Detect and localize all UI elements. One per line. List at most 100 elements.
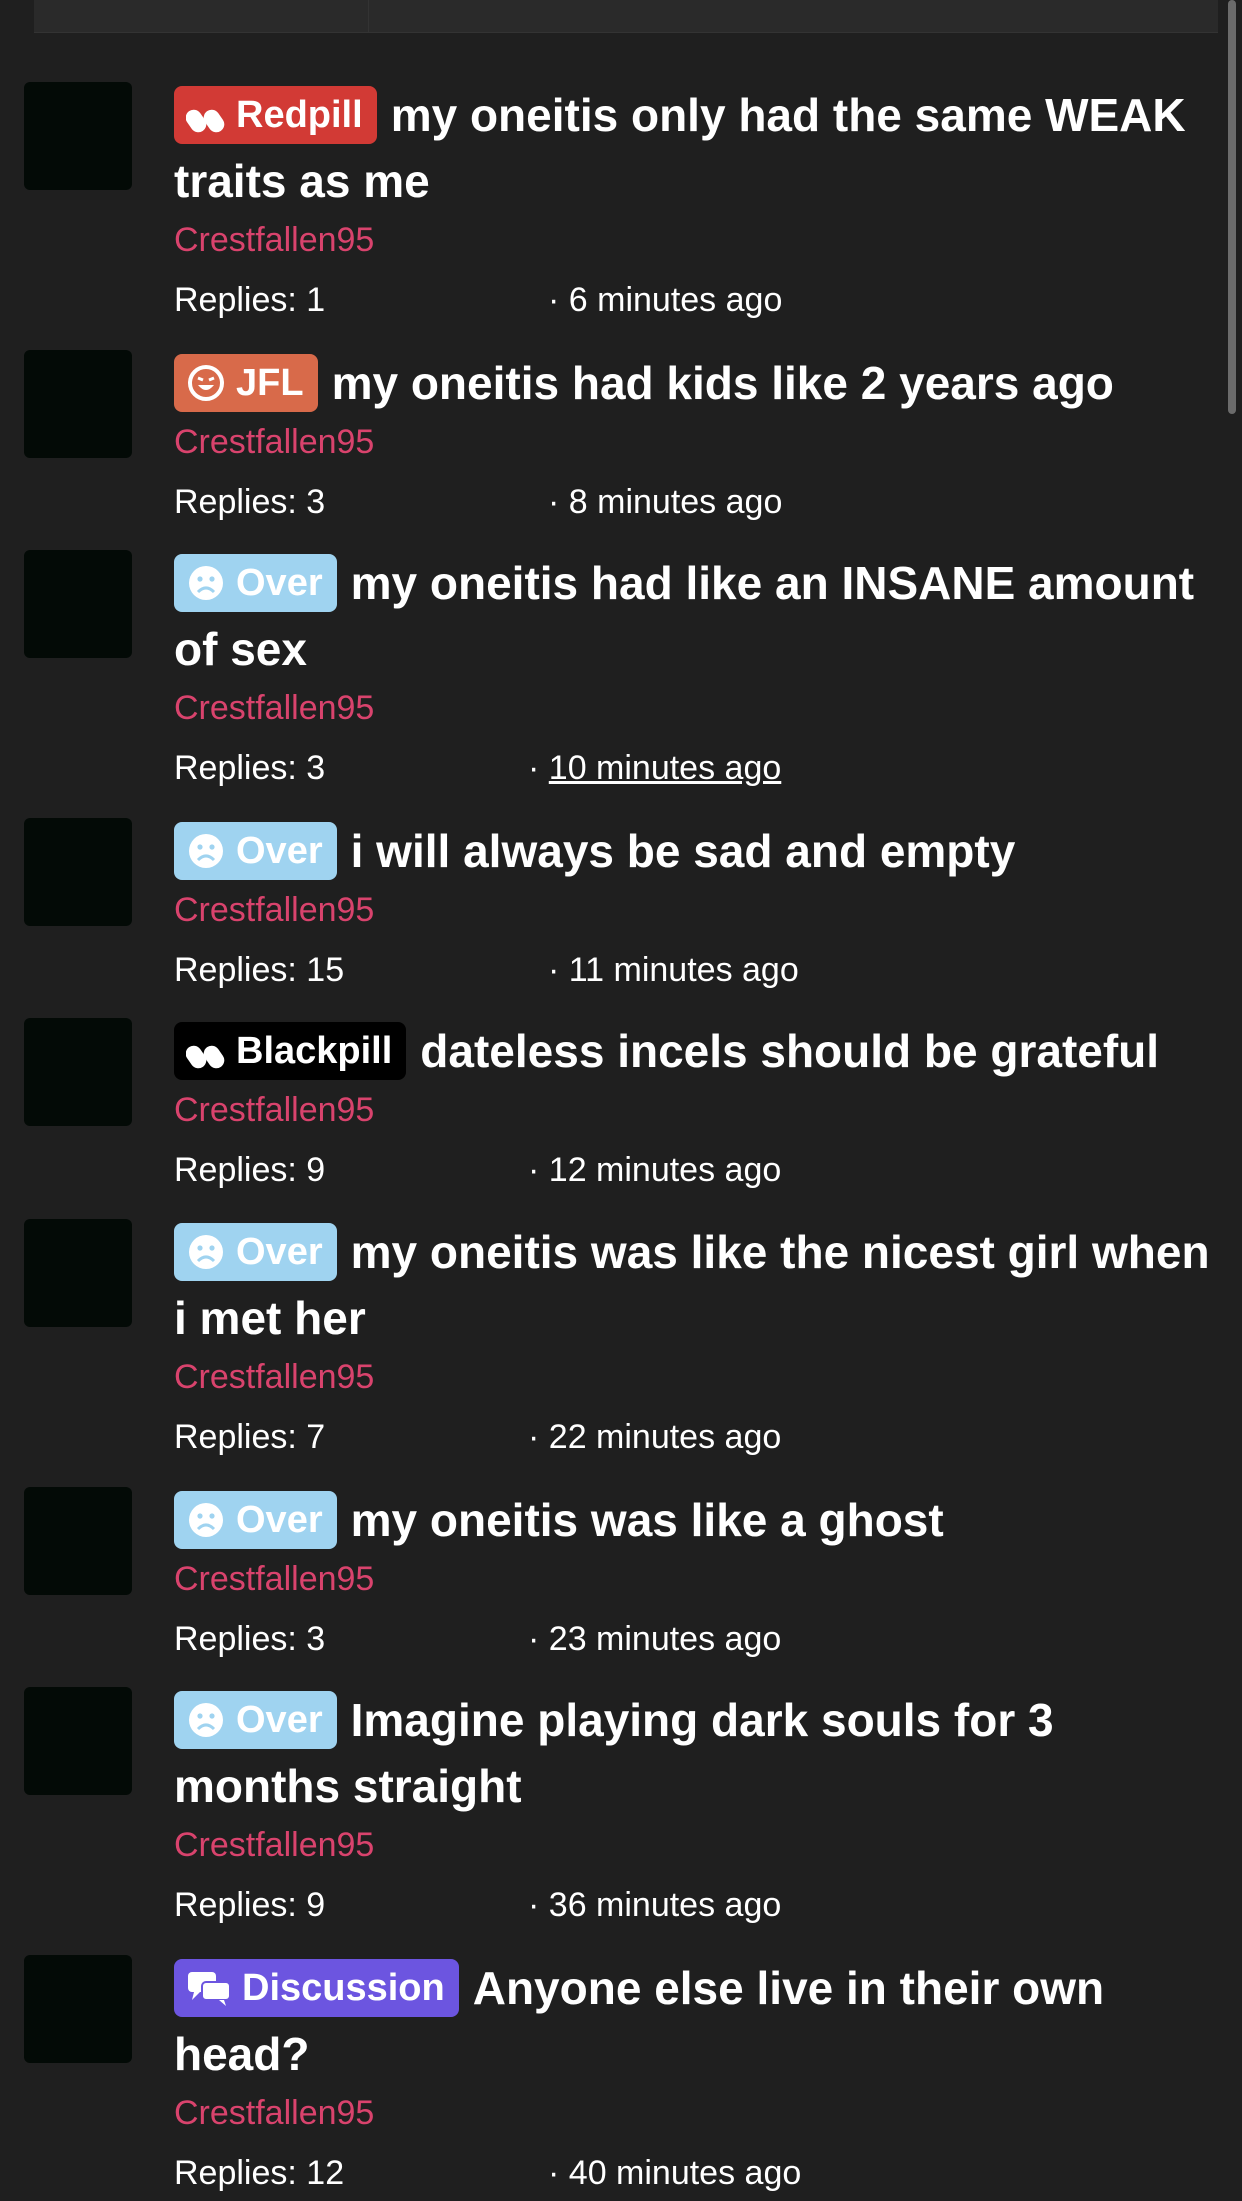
timestamp-text[interactable]: 6 minutes ago bbox=[569, 281, 783, 319]
thread-timestamp[interactable]: · 10 minutes ago bbox=[528, 740, 781, 796]
reply-count: Replies: 3 bbox=[174, 483, 326, 521]
sad-face-icon bbox=[186, 830, 226, 888]
prefix-label: Over bbox=[236, 1699, 323, 1741]
thread-body: Over my oneitis was like the nicest girl … bbox=[174, 1219, 1218, 1465]
avatar[interactable] bbox=[24, 1687, 132, 1795]
timestamp-separator: · bbox=[548, 2154, 569, 2192]
thread-meta: Replies: 3 · 10 minutes ago bbox=[174, 740, 1218, 796]
timestamp-text[interactable]: 10 minutes ago bbox=[549, 749, 782, 787]
prefix-label: JFL bbox=[236, 362, 304, 404]
thread-author[interactable]: Crestfallen95 bbox=[174, 1553, 1218, 1605]
avatar[interactable] bbox=[24, 350, 132, 458]
reply-count: Replies: 3 bbox=[174, 1620, 326, 1658]
chat-bubbles-icon bbox=[186, 1967, 232, 2025]
thread-title-text[interactable]: i will always be sad and empty bbox=[351, 825, 1016, 877]
thread-author[interactable]: Crestfallen95 bbox=[174, 1819, 1218, 1871]
scrollbar[interactable] bbox=[1228, 0, 1236, 414]
thread-author[interactable]: Crestfallen95 bbox=[174, 214, 1218, 266]
timestamp-text[interactable]: 40 minutes ago bbox=[569, 2154, 802, 2192]
thread-body: Blackpill dateless incels should be grate… bbox=[174, 1018, 1218, 1198]
thread-body: Over my oneitis had like an INSANE amount… bbox=[174, 550, 1218, 796]
thread-title[interactable]: Over my oneitis was like a ghost bbox=[174, 1487, 1218, 1553]
thread-author[interactable]: Crestfallen95 bbox=[174, 1084, 1218, 1136]
thread-title[interactable]: Over my oneitis was like the nicest girl … bbox=[174, 1219, 1218, 1351]
timestamp-text[interactable]: 36 minutes ago bbox=[549, 1886, 782, 1924]
timestamp-text[interactable]: 23 minutes ago bbox=[549, 1620, 782, 1658]
thread-body: Over i will always be sad and empty Crest… bbox=[174, 818, 1218, 998]
prefix-label: Blackpill bbox=[236, 1030, 393, 1072]
thread-body: JFL my oneitis had kids like 2 years ago … bbox=[174, 350, 1218, 530]
thread-prefix-badge[interactable]: Over bbox=[174, 822, 337, 880]
thread-meta: Replies: 9 · 36 minutes ago bbox=[174, 1877, 1218, 1933]
thread-prefix-badge[interactable]: JFL bbox=[174, 354, 318, 412]
timestamp-text[interactable]: 8 minutes ago bbox=[569, 483, 783, 521]
reply-count: Replies: 7 bbox=[174, 1418, 326, 1456]
thread-prefix-badge[interactable]: Blackpill bbox=[174, 1022, 407, 1080]
thread-timestamp[interactable]: · 22 minutes ago bbox=[528, 1409, 781, 1465]
thread-timestamp[interactable]: · 36 minutes ago bbox=[528, 1877, 781, 1933]
prefix-label: Redpill bbox=[236, 94, 363, 136]
thread-title-text[interactable]: my oneitis had kids like 2 years ago bbox=[332, 357, 1114, 409]
thread-author[interactable]: Crestfallen95 bbox=[174, 1351, 1218, 1403]
thread-author[interactable]: Crestfallen95 bbox=[174, 682, 1218, 734]
avatar[interactable] bbox=[24, 550, 132, 658]
timestamp-text[interactable]: 22 minutes ago bbox=[549, 1418, 782, 1456]
avatar[interactable] bbox=[24, 1018, 132, 1126]
sad-face-icon bbox=[186, 1499, 226, 1557]
thread-prefix-badge[interactable]: Over bbox=[174, 1691, 337, 1749]
thread-title[interactable]: Over my oneitis had like an INSANE amount… bbox=[174, 550, 1218, 682]
pill-icon bbox=[185, 94, 226, 152]
timestamp-separator: · bbox=[528, 1418, 549, 1456]
reply-count: Replies: 1 bbox=[174, 281, 326, 319]
thread-prefix-badge[interactable]: Over bbox=[174, 554, 337, 612]
thread-title[interactable]: Discussion Anyone else live in their own … bbox=[174, 1955, 1218, 2087]
laugh-icon bbox=[186, 362, 226, 420]
reply-count: Replies: 9 bbox=[174, 1886, 326, 1924]
avatar[interactable] bbox=[24, 1219, 132, 1327]
thread-timestamp[interactable]: · 6 minutes ago bbox=[548, 272, 782, 328]
avatar[interactable] bbox=[24, 1487, 132, 1595]
thread-title-text[interactable]: dateless incels should be grateful bbox=[420, 1025, 1159, 1077]
top-bar bbox=[34, 0, 1218, 33]
thread-meta: Replies: 7 · 22 minutes ago bbox=[174, 1409, 1218, 1465]
pill-icon bbox=[185, 1030, 226, 1088]
thread-meta: Replies: 9 · 12 minutes ago bbox=[174, 1142, 1218, 1198]
thread-timestamp[interactable]: · 12 minutes ago bbox=[528, 1142, 781, 1198]
thread-meta: Replies: 15 · 11 minutes ago bbox=[174, 942, 1218, 998]
thread-body: Over my oneitis was like a ghost Crestfal… bbox=[174, 1487, 1218, 1667]
thread-author[interactable]: Crestfallen95 bbox=[174, 884, 1218, 936]
reply-count: Replies: 15 bbox=[174, 951, 345, 989]
reply-count: Replies: 9 bbox=[174, 1151, 326, 1189]
thread-body: Over Imagine playing dark souls for 3 mon… bbox=[174, 1687, 1218, 1933]
timestamp-text[interactable]: 11 minutes ago bbox=[569, 951, 799, 989]
avatar[interactable] bbox=[24, 818, 132, 926]
thread-title[interactable]: Over i will always be sad and empty bbox=[174, 818, 1218, 884]
prefix-label: Over bbox=[236, 562, 323, 604]
thread-timestamp[interactable]: · 8 minutes ago bbox=[548, 474, 782, 530]
thread-prefix-badge[interactable]: Redpill bbox=[174, 86, 377, 144]
thread-prefix-badge[interactable]: Over bbox=[174, 1491, 337, 1549]
thread-title[interactable]: JFL my oneitis had kids like 2 years ago bbox=[174, 350, 1218, 416]
thread-timestamp[interactable]: · 23 minutes ago bbox=[528, 1611, 781, 1667]
timestamp-separator: · bbox=[528, 1151, 549, 1189]
thread-meta: Replies: 12 · 40 minutes ago bbox=[174, 2145, 1218, 2201]
avatar[interactable] bbox=[24, 1955, 132, 2063]
thread-prefix-badge[interactable]: Over bbox=[174, 1223, 337, 1281]
timestamp-separator: · bbox=[528, 1886, 549, 1924]
thread-title[interactable]: Redpill my oneitis only had the same WEAK… bbox=[174, 82, 1218, 214]
thread-timestamp[interactable]: · 11 minutes ago bbox=[548, 942, 799, 998]
top-bar-divider bbox=[368, 0, 369, 32]
thread-meta: Replies: 3 · 8 minutes ago bbox=[174, 474, 1218, 530]
avatar[interactable] bbox=[24, 82, 132, 190]
thread-author[interactable]: Crestfallen95 bbox=[174, 416, 1218, 468]
thread-title-text[interactable]: my oneitis was like a ghost bbox=[351, 1494, 944, 1546]
thread-meta: Replies: 3 · 23 minutes ago bbox=[174, 1611, 1218, 1667]
thread-title[interactable]: Over Imagine playing dark souls for 3 mon… bbox=[174, 1687, 1218, 1819]
sad-face-icon bbox=[186, 1699, 226, 1757]
thread-timestamp[interactable]: · 40 minutes ago bbox=[548, 2145, 801, 2201]
reply-count: Replies: 12 bbox=[174, 2154, 345, 2192]
timestamp-text[interactable]: 12 minutes ago bbox=[549, 1151, 782, 1189]
thread-author[interactable]: Crestfallen95 bbox=[174, 2087, 1218, 2139]
thread-title[interactable]: Blackpill dateless incels should be grate… bbox=[174, 1018, 1218, 1084]
thread-prefix-badge[interactable]: Discussion bbox=[174, 1959, 459, 2017]
